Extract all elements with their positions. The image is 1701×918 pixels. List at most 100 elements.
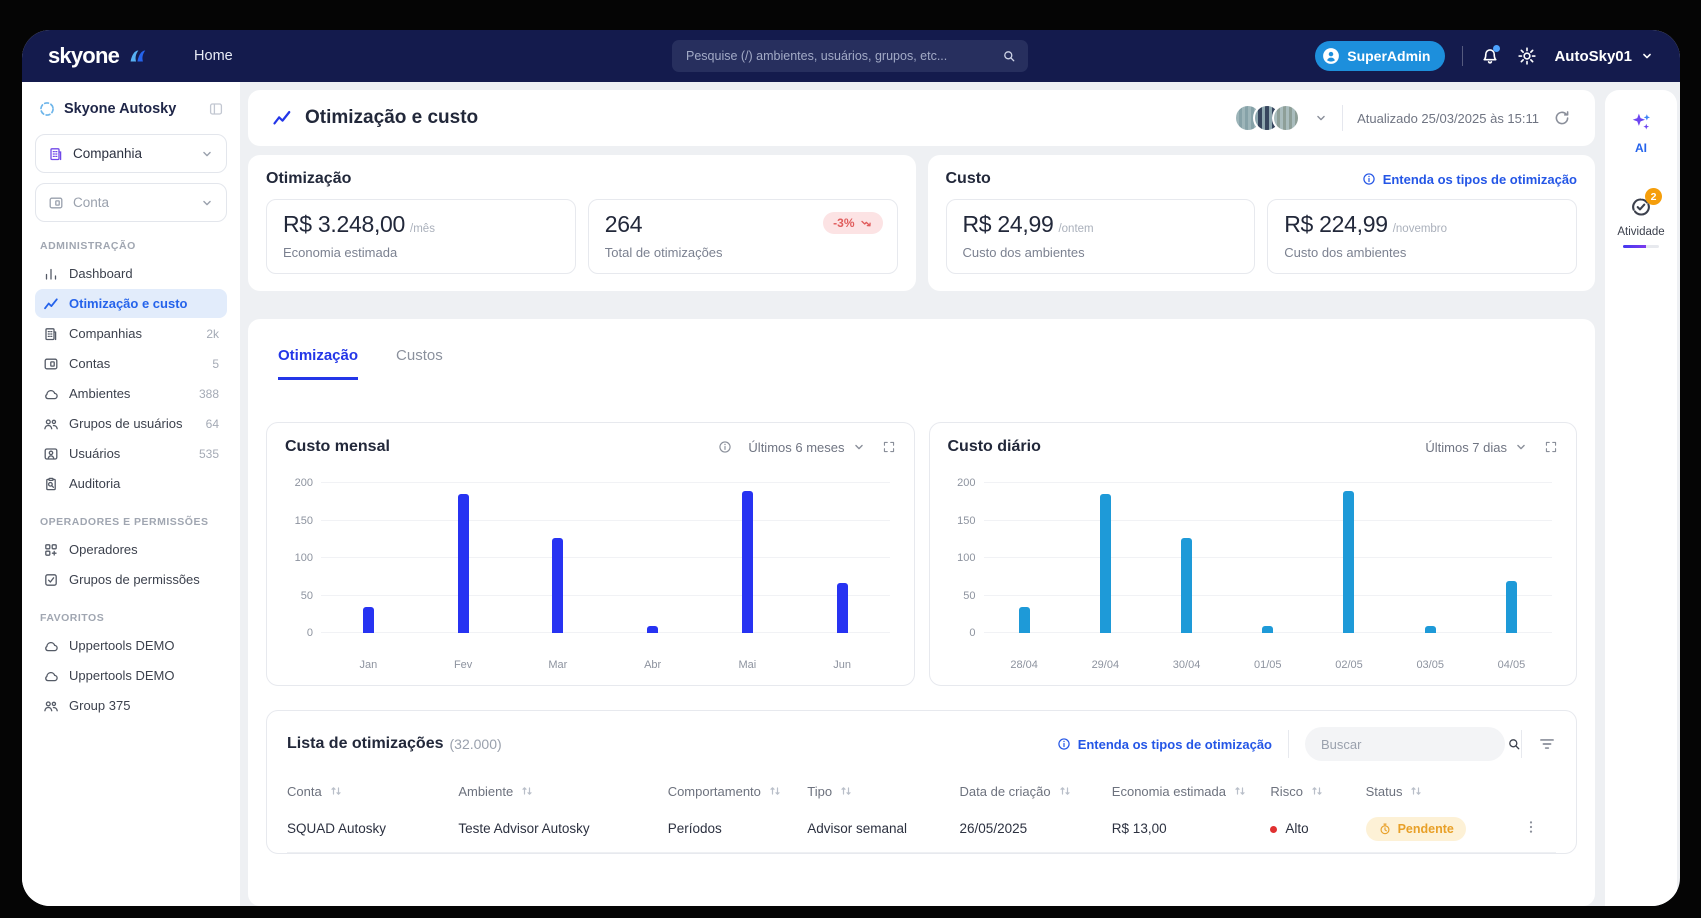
column-header-comportamento[interactable]: Comportamento (668, 783, 808, 799)
bar[interactable] (1262, 626, 1273, 634)
chart-range-select[interactable]: Últimos 6 meses (748, 440, 865, 455)
expand-icon[interactable] (882, 440, 896, 454)
company-select[interactable]: Companhia (35, 134, 227, 173)
list-search-input[interactable] (1319, 736, 1499, 753)
list-count: (32.000) (450, 736, 502, 752)
person-circle-icon (1322, 47, 1340, 65)
sidebar-item-otimizacao-e-custo[interactable]: Otimização e custo (35, 289, 227, 318)
metric-value: 264 (605, 211, 642, 238)
metric-box-custo-ontem: R$ 24,99 /ontem Custo dos ambientes (946, 199, 1256, 274)
optimization-summary-card: Otimização R$ 3.248,00 /mês Economia est… (248, 155, 916, 291)
column-header-data-de-criacao[interactable]: Data de criação (960, 783, 1112, 799)
y-tick-label: 50 (948, 590, 976, 602)
info-icon[interactable] (718, 440, 732, 454)
org-name: Skyone Autosky (64, 101, 176, 117)
chart-range-select[interactable]: Últimos 7 dias (1425, 440, 1528, 455)
bar[interactable] (1019, 607, 1030, 633)
sidebar-item-contas[interactable]: Contas5 (35, 349, 227, 378)
superadmin-badge[interactable]: SuperAdmin (1315, 41, 1445, 71)
column-header-tipo[interactable]: Tipo (807, 783, 959, 799)
bar[interactable] (552, 538, 563, 633)
sidebar-item-auditoria[interactable]: Auditoria (35, 469, 227, 498)
row-menu-button[interactable] (1523, 819, 1539, 835)
sidebar-item-ambientes[interactable]: Ambientes388 (35, 379, 227, 408)
account-select[interactable]: Conta (35, 183, 227, 222)
sidebar-item-grupos-de-usuarios[interactable]: Grupos de usuários64 (35, 409, 227, 438)
metric-label: Custo dos ambientes (1284, 245, 1560, 260)
bar[interactable] (1506, 581, 1517, 634)
navbar-divider (1462, 46, 1463, 66)
list-search[interactable] (1305, 727, 1505, 761)
sidebar-item-companhias[interactable]: Companhias2k (35, 319, 227, 348)
column-header-ambiente[interactable]: Ambiente (458, 783, 667, 799)
column-label: Status (1366, 784, 1403, 799)
optimization-types-link[interactable]: Entenda os tipos de otimização (1362, 172, 1577, 187)
sort-icon (1309, 783, 1325, 799)
bar[interactable] (647, 626, 658, 634)
global-search-input[interactable] (684, 48, 1002, 64)
clipboard-search-icon (43, 476, 59, 492)
refresh-icon[interactable] (1553, 109, 1571, 127)
account-menu[interactable]: AutoSky01 (1554, 48, 1654, 65)
activity-button[interactable]: 2 Atividade (1617, 195, 1664, 248)
bar[interactable] (1100, 494, 1111, 633)
ai-button[interactable]: AI (1629, 110, 1653, 155)
bar[interactable] (1181, 538, 1192, 633)
column-header-economia-estimada[interactable]: Economia estimada (1112, 783, 1271, 799)
navbar-right: SuperAdmin AutoSky01 (1315, 41, 1654, 71)
optimization-types-link[interactable]: Entenda os tipos de otimização (1057, 737, 1272, 752)
trend-down-icon (860, 217, 873, 230)
sidebar-item-grupos-de-permissoes[interactable]: Grupos de permissões (35, 565, 227, 594)
y-tick-label: 50 (285, 590, 313, 602)
sidebar-item-usuarios[interactable]: Usuários535 (35, 439, 227, 468)
collapse-panel-icon[interactable] (208, 101, 224, 117)
tab-custos[interactable]: Custos (396, 347, 443, 380)
bar[interactable] (363, 607, 374, 633)
column-header-risco[interactable]: Risco (1270, 783, 1365, 799)
column-header-status[interactable]: Status (1366, 783, 1506, 799)
tab-otimizacao[interactable]: Otimização (278, 347, 358, 380)
page-title: Otimização e custo (272, 107, 478, 129)
skyone-logo[interactable]: skyone (48, 43, 148, 69)
x-tick-label: 30/04 (1146, 659, 1227, 671)
trend-icon (43, 296, 59, 312)
search-icon (1507, 737, 1521, 751)
metric-label: Economia estimada (283, 245, 559, 260)
column-label: Ambiente (458, 784, 513, 799)
sidebar-item-uppertools-demo[interactable]: Uppertools DEMO (35, 631, 227, 660)
sidebar-item-dashboard[interactable]: Dashboard (35, 259, 227, 288)
list-header: Lista de otimizações (32.000) Entenda os… (287, 727, 1556, 761)
settings-gear-icon[interactable] (1517, 46, 1537, 66)
x-tick-label: 29/04 (1065, 659, 1146, 671)
search-icon (1002, 49, 1016, 63)
y-tick-label: 0 (285, 627, 313, 639)
bar[interactable] (1425, 626, 1436, 634)
sidebar-item-operadores[interactable]: Operadores (35, 535, 227, 564)
bar[interactable] (458, 494, 469, 633)
column-label: Data de criação (960, 784, 1051, 799)
sidebar-item-label: Uppertools DEMO (69, 638, 174, 653)
sidebar-item-group-375[interactable]: Group 375 (35, 691, 227, 720)
metric-label: Total de otimizações (605, 245, 881, 260)
bar[interactable] (1343, 491, 1354, 634)
range-label: Últimos 6 meses (748, 440, 844, 455)
building-icon (48, 146, 64, 162)
notifications-bell-icon[interactable] (1480, 46, 1500, 66)
sidebar-item-label: Group 375 (69, 698, 130, 713)
global-search[interactable] (672, 40, 1028, 72)
column-header-conta[interactable]: Conta (287, 783, 458, 799)
sidebar-item-uppertools-demo[interactable]: Uppertools DEMO (35, 661, 227, 690)
sort-icon (767, 783, 783, 799)
table-row[interactable]: SQUAD AutoskyTeste Advisor AutoskyPeríod… (287, 805, 1556, 853)
cost-card-title: Custo (946, 170, 991, 188)
avatar-group[interactable] (1234, 104, 1300, 132)
expand-icon[interactable] (1544, 440, 1558, 454)
filter-icon[interactable] (1538, 735, 1556, 753)
card-icon (43, 356, 59, 372)
sort-icon (1057, 783, 1073, 799)
bar[interactable] (742, 491, 753, 634)
chevron-down-icon[interactable] (1314, 111, 1328, 125)
sidebar: Skyone Autosky Companhia Cont (22, 82, 240, 906)
nav-home-link[interactable]: Home (194, 48, 233, 64)
bar[interactable] (837, 583, 848, 633)
